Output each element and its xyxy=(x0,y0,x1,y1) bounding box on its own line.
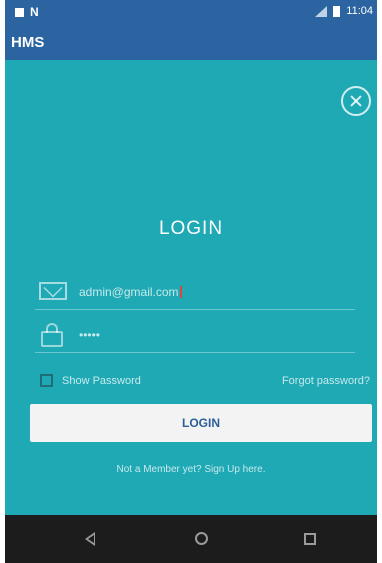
email-input-wrap: admin@gmail.com xyxy=(79,285,182,299)
show-password-label[interactable]: Show Password xyxy=(62,375,141,387)
app-title: HMS xyxy=(11,34,45,51)
email-underline xyxy=(35,309,355,310)
text-cursor xyxy=(179,286,182,298)
navigation-bar xyxy=(5,515,377,563)
app-bar: HMS xyxy=(5,24,377,60)
password-underline xyxy=(35,352,355,353)
forgot-password-link[interactable]: Forgot password? xyxy=(282,375,370,387)
login-options-row: Show Password Forgot password? xyxy=(40,373,370,391)
show-password-checkbox[interactable] xyxy=(40,374,53,387)
email-input[interactable]: admin@gmail.com xyxy=(79,285,179,299)
battery-icon xyxy=(333,5,341,17)
mail-icon xyxy=(39,282,67,300)
lock-icon xyxy=(41,323,63,347)
status-time: 11:04 xyxy=(346,5,373,17)
login-title: LOGIN xyxy=(158,218,224,239)
status-bar: N 11:04 xyxy=(5,0,377,24)
signup-link[interactable]: Not a Member yet? Sign Up here. xyxy=(5,464,377,475)
notification-square-icon xyxy=(15,7,24,17)
home-circle-icon[interactable] xyxy=(195,532,208,545)
login-button-label: LOGIN xyxy=(182,416,220,430)
signal-icon xyxy=(315,5,328,17)
status-left-icons: N xyxy=(15,5,39,19)
phone-screen: N 11:04 HMS LOGIN admin@gmail.com ••••• … xyxy=(5,0,377,563)
close-icon[interactable] xyxy=(341,86,371,116)
back-triangle-icon[interactable] xyxy=(85,532,95,546)
status-right-icons: 11:04 xyxy=(315,5,373,17)
password-input[interactable]: ••••• xyxy=(79,328,100,342)
login-button[interactable]: LOGIN xyxy=(30,404,372,442)
password-field[interactable]: ••••• xyxy=(35,321,355,353)
n-notification-icon: N xyxy=(30,5,39,19)
recents-square-icon[interactable] xyxy=(304,533,316,545)
email-field[interactable]: admin@gmail.com xyxy=(35,278,355,310)
